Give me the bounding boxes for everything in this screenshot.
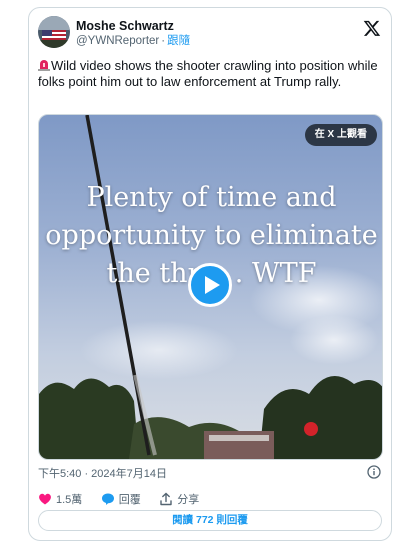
tweet-body: Wild video shows the shooter crawling in…: [38, 58, 378, 89]
x-logo-icon[interactable]: [363, 19, 381, 37]
play-button[interactable]: [188, 263, 232, 307]
author-handle[interactable]: @YWNReporter: [76, 35, 159, 47]
read-replies-button[interactable]: 閱讀 772 則回覆: [38, 510, 382, 531]
share-label: 分享: [177, 494, 200, 506]
share-icon: [160, 492, 172, 506]
video-caption-line: Plenty of time and: [86, 182, 337, 213]
tweet-meta: 下午5:40 · 2024年7月14日: [38, 464, 381, 480]
like-count: 1.5萬: [56, 494, 83, 506]
tweet-text: Wild video shows the shooter crawling in…: [38, 58, 378, 90]
like-button[interactable]: 1.5萬: [38, 491, 82, 509]
tweet-card[interactable]: Moshe Schwartz @YWNReporter · 跟隨 Wild vide…: [28, 7, 392, 541]
info-icon[interactable]: [367, 465, 381, 479]
tweet-header: Moshe Schwartz @YWNReporter · 跟隨: [38, 16, 381, 52]
view-on-x-button[interactable]: 在 X 上觀看: [304, 124, 377, 146]
follow-link[interactable]: 跟隨: [167, 35, 190, 47]
video-player[interactable]: Plenty of time and opportunity to elimin…: [38, 114, 383, 460]
siren-icon: [38, 60, 50, 71]
video-caption-line: opportunity to eliminate: [45, 220, 378, 251]
author-handle-row: @YWNReporter · 跟隨: [76, 34, 190, 49]
separator-dot: ·: [161, 35, 166, 47]
heart-icon: [39, 493, 51, 505]
reply-bubble-icon: [101, 493, 114, 505]
author-info: Moshe Schwartz @YWNReporter · 跟隨: [76, 19, 190, 49]
timestamp[interactable]: 下午5:40 · 2024年7月14日: [38, 468, 167, 480]
reply-button[interactable]: 回覆: [101, 491, 141, 509]
reply-label: 回覆: [118, 494, 141, 506]
author-display-name[interactable]: Moshe Schwartz: [76, 19, 190, 34]
action-bar: 1.5萬 回覆 分享: [38, 491, 213, 509]
avatar[interactable]: [38, 16, 70, 48]
share-button[interactable]: 分享: [159, 491, 199, 509]
play-icon: [205, 276, 220, 294]
